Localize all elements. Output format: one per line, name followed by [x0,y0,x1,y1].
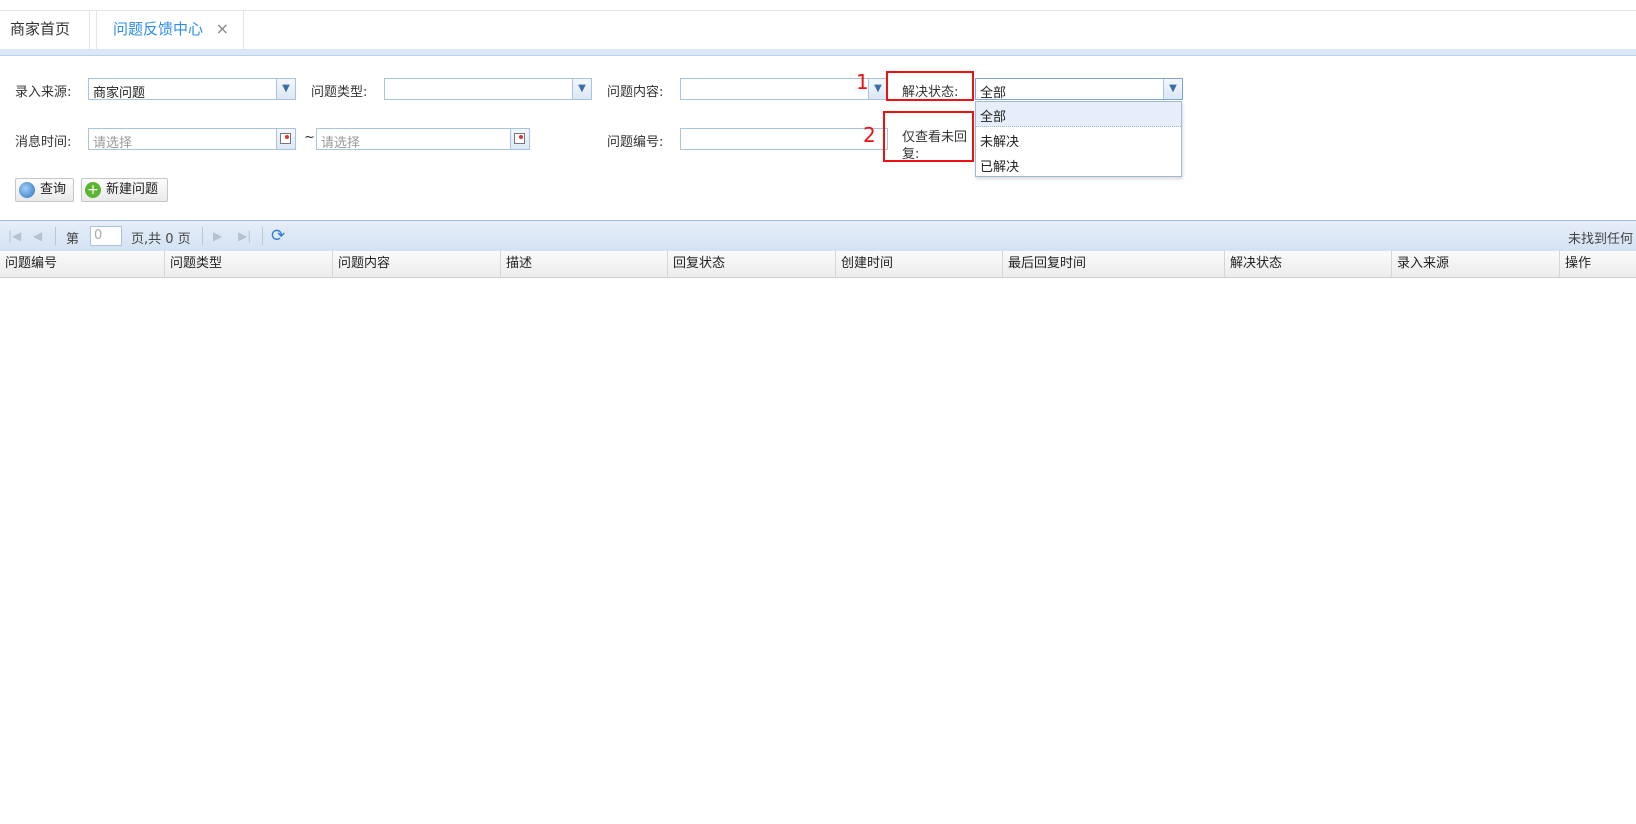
column-header-resolve-status[interactable]: 解决状态 [1225,251,1392,277]
unreplied-label-line2: 复: [902,147,920,162]
source-select[interactable]: 商家问题 ▼ [88,78,296,101]
grid-header: 问题编号 问题类型 问题内容 描述 回复状态 创建时间 最后回复时间 解决状态 … [0,251,1636,278]
tab-bar: 商家首页 问题反馈中心 × [0,10,1636,49]
next-page-icon[interactable]: ▶ [213,229,222,243]
column-header-actions[interactable]: 操作 [1560,251,1636,277]
chevron-down-icon[interactable]: ▼ [276,79,295,99]
new-issue-button[interactable]: + 新建问题 [81,178,168,202]
time-range-separator: ~ [304,130,315,145]
column-header-content[interactable]: 问题内容 [333,251,501,277]
chevron-down-icon[interactable]: ▼ [1163,79,1182,99]
type-select[interactable]: ▼ [384,78,592,100]
page-prefix: 第 [66,232,80,247]
search-icon [19,182,35,198]
prev-page-icon[interactable]: ◀ [33,229,42,243]
number-label: 问题编号: [607,135,664,150]
close-icon[interactable]: × [216,11,229,47]
column-header-description[interactable]: 描述 [501,251,668,277]
page-suffix: 页,共 0 页 [131,232,191,247]
plus-icon: + [85,182,101,198]
status-dropdown-list: 全部 未解决 已解决 [975,101,1182,177]
column-header-source[interactable]: 录入来源 [1392,251,1560,277]
status-option-all[interactable]: 全部 [980,106,1006,125]
column-header-id[interactable]: 问题编号 [0,251,165,277]
time-start-placeholder: 请选择 [93,136,133,151]
status-option-resolved[interactable]: 已解决 [980,156,1019,175]
tab-feedback-center[interactable]: 问题反馈中心 × [96,11,244,49]
page-number-input[interactable]: 0 [90,226,122,246]
query-button-label: 查询 [40,182,67,197]
column-header-created-time[interactable]: 创建时间 [836,251,1003,277]
grid-body-empty [0,278,1636,824]
first-page-icon[interactable]: |◀ [8,229,21,243]
query-button[interactable]: 查询 [15,178,74,202]
number-input[interactable] [680,128,888,150]
column-header-last-reply-time[interactable]: 最后回复时间 [1003,251,1225,277]
time-label: 消息时间: [15,135,72,150]
status-option-unresolved[interactable]: 未解决 [980,131,1019,150]
source-label: 录入来源: [15,85,72,100]
new-issue-button-label: 新建问题 [106,182,159,197]
pager-separator [202,227,203,245]
chevron-down-icon[interactable]: ▼ [572,79,591,99]
tab-home[interactable]: 商家首页 [0,11,90,49]
time-start-input[interactable]: 请选择 [88,128,296,151]
time-end-placeholder: 请选择 [321,136,361,151]
pagination-bar: |◀ ◀ 第 0 页,共 0 页 ▶ ▶| ⟳ 未找到任何 [0,220,1636,251]
calendar-icon[interactable] [510,129,529,149]
pager-separator [262,227,263,245]
tab-divider [0,49,1636,56]
column-header-type[interactable]: 问题类型 [165,251,333,277]
content-label: 问题内容: [607,85,664,100]
source-select-value: 商家问题 [93,86,146,101]
pager-status-text: 未找到任何 [1568,232,1634,247]
annotation-marker-1: 1 [856,70,869,94]
annotation-marker-2: 2 [863,123,876,147]
status-select-value: 全部 [980,86,1007,101]
column-header-reply-status[interactable]: 回复状态 [668,251,836,277]
calendar-icon[interactable] [276,129,295,149]
time-end-input[interactable]: 请选择 [316,128,530,151]
type-label: 问题类型: [311,85,368,100]
pager-separator [55,227,56,245]
status-select[interactable]: 全部 ▼ [975,78,1183,101]
status-label: 解决状态: [902,85,959,100]
last-page-icon[interactable]: ▶| [238,229,251,243]
chevron-down-icon[interactable]: ▼ [868,79,887,99]
tab-home-label: 商家首页 [10,20,71,38]
tab-feedback-label: 问题反馈中心 [113,20,204,38]
dropdown-selected-highlight [976,102,1181,127]
refresh-icon[interactable]: ⟳ [271,226,285,246]
